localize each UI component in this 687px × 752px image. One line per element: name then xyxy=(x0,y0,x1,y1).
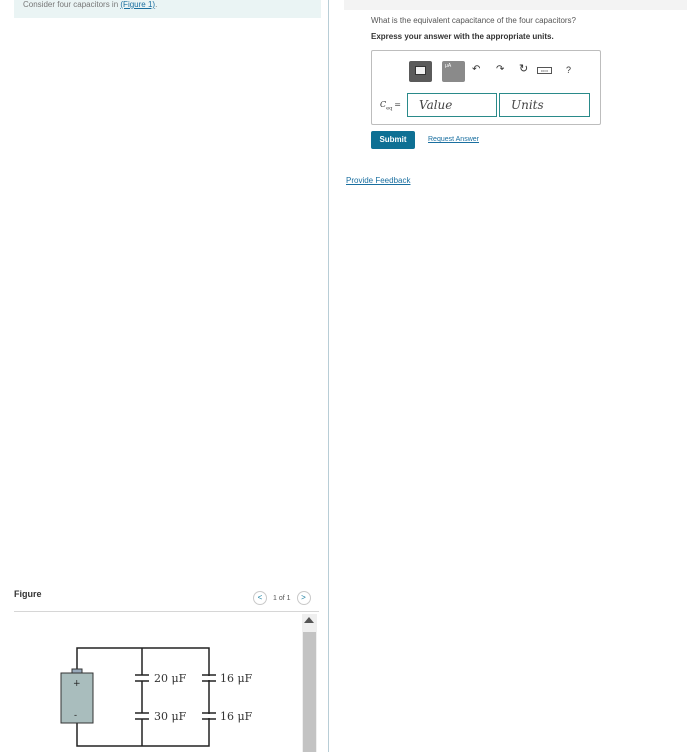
templates-button[interactable] xyxy=(409,61,432,82)
figure-divider xyxy=(14,611,319,612)
template-icon xyxy=(415,66,426,75)
answer-symbol: Ceq = xyxy=(380,100,401,112)
pane-divider xyxy=(328,0,329,752)
intro-banner: Consider four capacitors in (Figure 1). xyxy=(14,0,321,18)
circuit-wire-gap-bottom xyxy=(207,714,211,718)
figure-position: 1 of 1 xyxy=(273,594,291,602)
units-button[interactable]: μA xyxy=(442,61,465,82)
circuit-diagram: + - 20 μF 30 μF 16 μF 16 μF xyxy=(60,647,253,747)
reset-icon[interactable]: ↻ xyxy=(519,64,528,75)
figure-label: Figure xyxy=(14,589,42,599)
battery-minus-label: - xyxy=(74,711,77,721)
capacitor-30uF-label: 30 μF xyxy=(154,710,187,723)
undo-icon[interactable]: ↶ xyxy=(472,65,480,75)
help-icon[interactable]: ? xyxy=(566,65,571,75)
prev-figure-button[interactable]: < xyxy=(253,591,267,605)
units-button-label: μA xyxy=(445,63,452,69)
answer-symbol-subscript: eq xyxy=(386,105,393,112)
capacitor-20uF-label: 20 μF xyxy=(154,672,187,685)
request-answer-link[interactable]: Request Answer xyxy=(428,136,479,143)
capacitor-16uF-bottom-label: 16 μF xyxy=(220,710,253,723)
figure-link[interactable]: (Figure 1) xyxy=(120,0,155,9)
question-prompt: What is the equivalent capacitance of th… xyxy=(371,16,577,25)
intro-text: Consider four capacitors in xyxy=(23,0,121,9)
scroll-up-arrow-icon[interactable] xyxy=(304,617,314,623)
provide-feedback-link[interactable]: Provide Feedback xyxy=(346,176,410,185)
submit-button[interactable]: Submit xyxy=(371,131,415,149)
next-figure-button[interactable]: > xyxy=(296,591,311,605)
top-bar xyxy=(344,0,687,10)
redo-icon[interactable]: ↷ xyxy=(496,65,504,75)
figure-pager: < 1 of 1 > xyxy=(253,591,311,605)
units-input[interactable] xyxy=(499,93,590,117)
answer-equals: = xyxy=(394,100,401,109)
circuit-wire-outer xyxy=(76,647,210,747)
question-instruction: Express your answer with the appropriate… xyxy=(371,32,554,41)
intro-after: . xyxy=(155,0,158,9)
answer-box: μA ↶ ↷ ↻ ▭▭ ? Ceq = xyxy=(371,50,601,125)
left-pane: Consider four capacitors in (Figure 1). … xyxy=(0,0,328,752)
value-input[interactable] xyxy=(407,93,497,117)
circuit-wire-gap-top xyxy=(207,676,211,680)
keyboard-icon[interactable]: ▭▭ xyxy=(537,67,552,74)
battery-cap xyxy=(71,668,83,674)
battery-plus-label: + xyxy=(73,679,81,689)
capacitor-16uF-top-label: 16 μF xyxy=(220,672,253,685)
figure-scroll-thumb[interactable] xyxy=(303,632,316,752)
